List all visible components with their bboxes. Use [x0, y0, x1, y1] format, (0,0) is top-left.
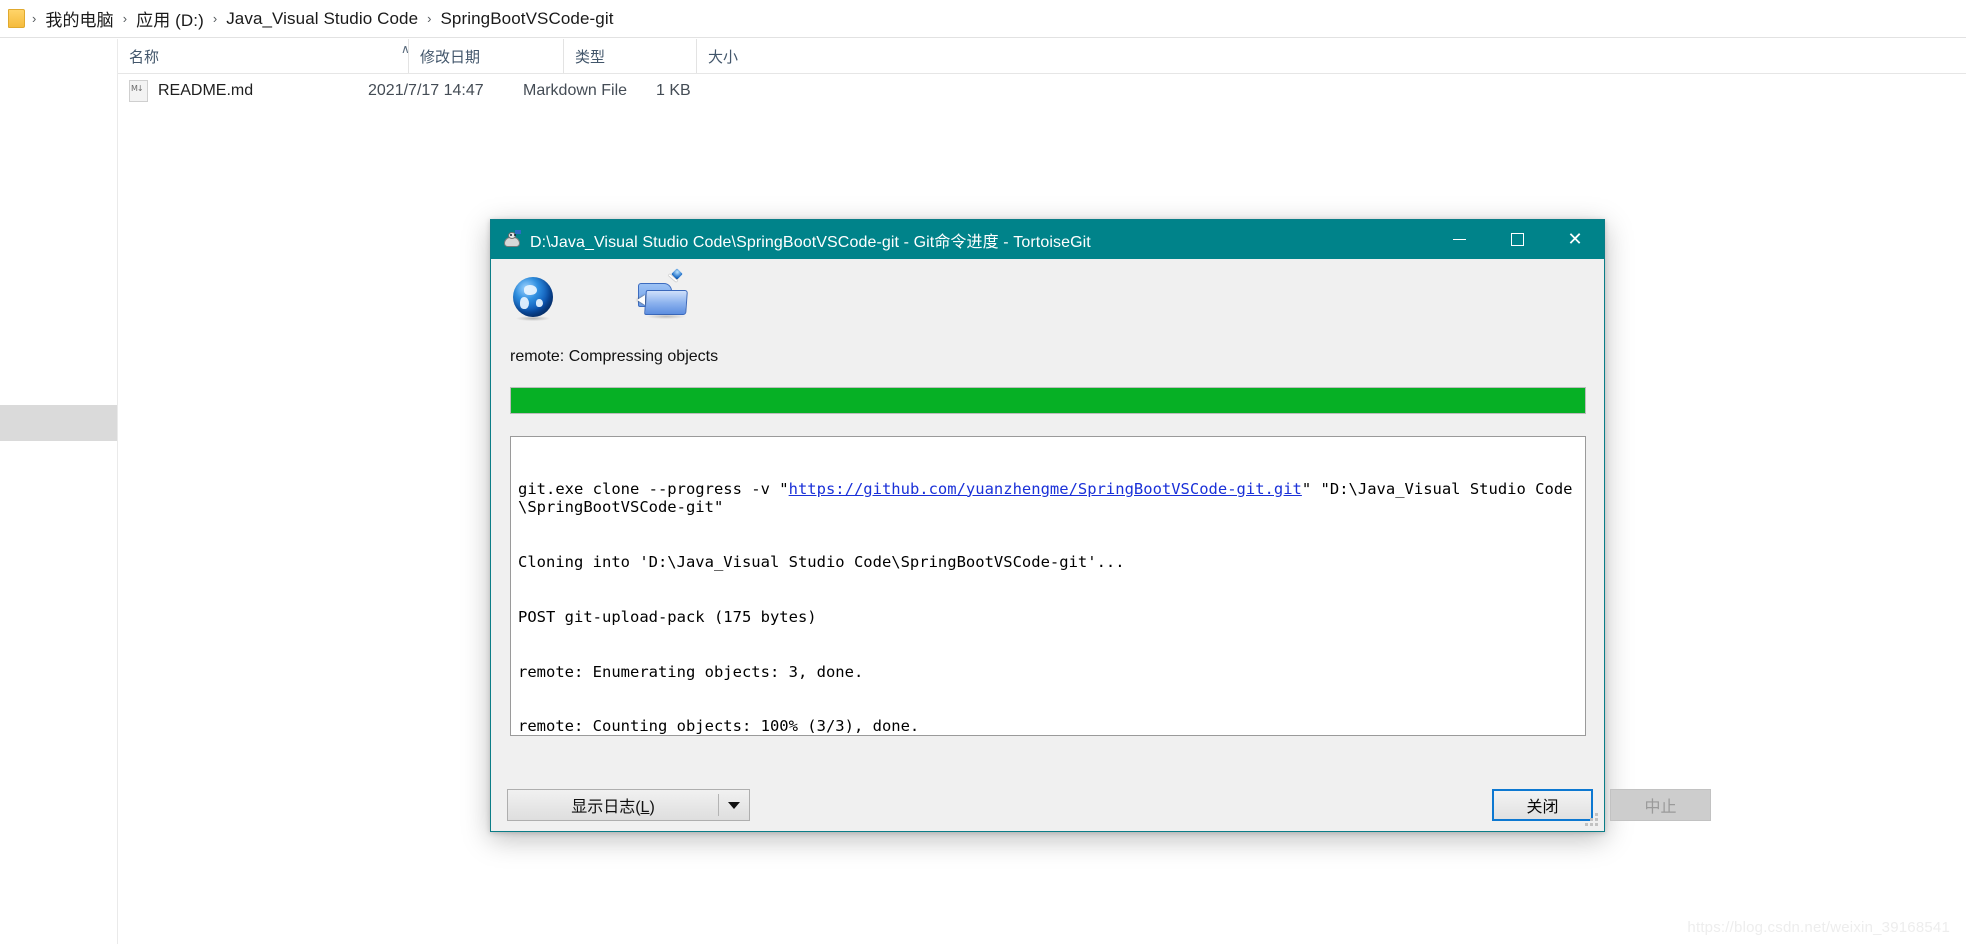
file-name-label: README.md: [158, 82, 254, 99]
folder-icon: [8, 9, 25, 28]
breadcrumb-item-java-vscode[interactable]: Java_Visual Studio Code: [221, 6, 423, 32]
column-header-modified-label: 修改日期: [420, 48, 481, 66]
column-header-modified[interactable]: 修改日期: [408, 39, 563, 73]
close-button[interactable]: 关闭: [1492, 789, 1593, 821]
progress-bar-fill: [511, 388, 1585, 413]
maximize-button[interactable]: [1488, 220, 1546, 259]
table-row[interactable]: README.md 2021/7/17 14:47 Markdown File …: [118, 74, 1966, 108]
chevron-down-icon: [728, 801, 740, 809]
column-header-size-label: 大小: [708, 48, 739, 66]
column-header-size[interactable]: 大小: [696, 39, 781, 73]
show-log-split-button[interactable]: 显示日志(L): [507, 789, 750, 821]
show-log-label-suffix: ): [649, 799, 655, 816]
globe-icon: [510, 276, 556, 322]
tortoisegit-icon: [502, 229, 522, 250]
log-line: Cloning into 'D:\Java_Visual Studio Code…: [518, 552, 1125, 571]
file-name-cell[interactable]: README.md: [129, 80, 253, 102]
log-output[interactable]: git.exe clone --progress -v "https://git…: [510, 436, 1586, 736]
log-command-line: git.exe clone --progress -v "https://git…: [518, 480, 1578, 517]
maximize-icon: [1510, 233, 1524, 246]
file-modified-cell: 2021/7/17 14:47: [368, 82, 484, 99]
watermark-text: https://blog.csdn.net/weixin_39168541: [1687, 919, 1950, 936]
minimize-button[interactable]: [1430, 220, 1488, 259]
column-header-type[interactable]: 类型: [563, 39, 696, 73]
column-header-name-label: 名称: [129, 48, 160, 66]
log-line: POST git-upload-pack (175 bytes): [518, 607, 817, 626]
breadcrumb-separator-1: ›: [122, 11, 128, 26]
dialog-titlebar[interactable]: D:\Java_Visual Studio Code\SpringBootVSC…: [491, 220, 1604, 259]
breadcrumb-separator-3: ›: [427, 11, 432, 26]
show-log-button-label: 显示日志(L): [508, 793, 718, 817]
close-window-button[interactable]: ✕: [1546, 220, 1604, 259]
breadcrumb-separator-0: ›: [32, 11, 37, 26]
column-header-name[interactable]: 名称 ∧: [118, 39, 410, 73]
breadcrumb-separator-2: ›: [212, 11, 218, 26]
dialog-body: remote: Compressing objects git.exe clon…: [491, 259, 1711, 831]
navigation-pane: [0, 39, 118, 944]
breadcrumb-item-my-computer[interactable]: 我的电脑: [40, 3, 118, 34]
log-command-prefix: git.exe clone --progress -v ": [518, 479, 789, 498]
markdown-file-icon: [129, 80, 148, 102]
progress-bar: [510, 387, 1586, 414]
column-header-type-label: 类型: [575, 48, 606, 66]
file-size-cell: 1 KB: [656, 82, 691, 99]
minimize-icon: [1452, 238, 1466, 240]
breadcrumb-item-springboot-repo[interactable]: SpringBootVSCode-git: [435, 6, 618, 32]
tortoisegit-progress-dialog: D:\Java_Visual Studio Code\SpringBootVSC…: [490, 219, 1711, 832]
dialog-title: D:\Java_Visual Studio Code\SpringBootVSC…: [530, 233, 1091, 251]
show-log-label-prefix: 显示日志(: [571, 799, 641, 816]
log-line: remote: Counting objects: 100% (3/3), do…: [518, 717, 920, 736]
column-header-row: 名称 ∧ 修改日期 类型 大小: [118, 39, 1966, 74]
show-log-dropdown-button[interactable]: [719, 801, 749, 809]
status-text: remote: Compressing objects: [510, 348, 719, 365]
resize-grip[interactable]: [1585, 813, 1600, 828]
nav-selected-item[interactable]: [0, 405, 117, 441]
abort-button: 中止: [1610, 789, 1711, 821]
folder-magic-icon: [636, 268, 692, 323]
breadcrumb[interactable]: › 我的电脑 › 应用 (D:) › Java_Visual Studio Co…: [0, 0, 1966, 38]
repository-url-link[interactable]: https://github.com/yuanzhengme/SpringBoo…: [789, 480, 1302, 498]
file-type-cell: Markdown File: [523, 82, 628, 99]
breadcrumb-item-drive-d[interactable]: 应用 (D:): [131, 3, 209, 34]
close-icon: ✕: [1567, 228, 1583, 250]
log-line: remote: Enumerating objects: 3, done.: [518, 662, 864, 681]
